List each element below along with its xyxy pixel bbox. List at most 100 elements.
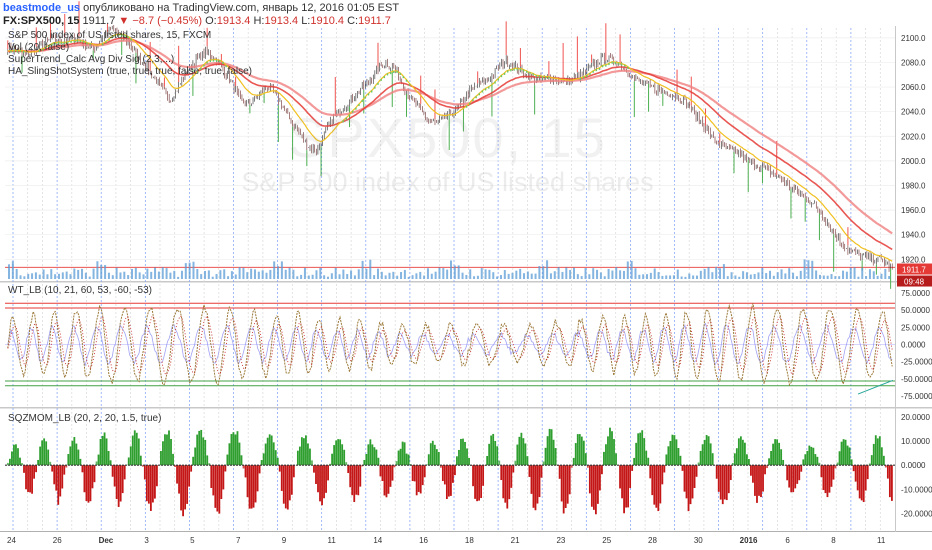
momentum-bar [675, 439, 678, 466]
volume-bar [415, 273, 418, 279]
time-tick-label: 23 [556, 536, 565, 545]
momentum-bar [27, 465, 29, 492]
volume-bar [484, 269, 487, 279]
momentum-bar [594, 465, 597, 515]
momentum-bar [319, 465, 321, 502]
high-value: 1913.4 [264, 15, 299, 27]
volume-bar [380, 271, 383, 279]
momentum-bar [649, 465, 652, 479]
momentum-bar [826, 465, 829, 498]
momentum-bar [872, 443, 875, 466]
volume-bar [611, 270, 614, 279]
price-axis-line [895, 26, 896, 532]
momentum-bar [691, 465, 694, 499]
volume-bar [350, 270, 353, 279]
volume-bar [711, 272, 714, 279]
momentum-bar [504, 465, 507, 503]
momentum-bar [574, 443, 577, 466]
momentum-bar [276, 457, 279, 466]
volume-bar [84, 272, 87, 279]
chart-root: 2100.0 2080.0 2060.0 2040.0 2020.0 2000.0 1980… [0, 0, 932, 550]
momentum-bar [385, 465, 388, 498]
volume-bar [765, 273, 768, 279]
indicator-vol-label[interactable]: Vol (20, false) [8, 42, 69, 53]
volume-bar [277, 266, 280, 279]
momentum-bar [621, 465, 623, 499]
momentum-bar [752, 465, 754, 483]
momentum-bar [9, 458, 11, 466]
time-tick-label: 9 [282, 536, 287, 545]
chart-canvas[interactable]: 2100.0 2080.0 2060.0 2040.0 2020.0 2000.0 1980… [0, 0, 932, 550]
volume-bar [396, 275, 399, 279]
volume-bar [576, 274, 579, 279]
volume-bar [334, 267, 337, 279]
momentum-bar [131, 435, 134, 466]
momentum-bar [325, 465, 327, 493]
momentum-bar [619, 465, 621, 489]
wt-tick-label: 25.0000 [901, 323, 930, 332]
volume-bar [630, 260, 633, 279]
momentum-bar [643, 438, 646, 466]
volume-bar [842, 270, 845, 279]
momentum-bar [490, 435, 493, 466]
momentum-bar [43, 438, 46, 466]
momentum-bar [206, 455, 209, 466]
volume-bar [134, 267, 137, 279]
main-pane-title[interactable]: S&P 500 index of US listed shares, 15, F… [8, 30, 211, 41]
volume-bar [653, 268, 656, 279]
price-tick-label: 2020.0 [901, 132, 926, 141]
momentum-bar [53, 465, 56, 485]
published-text: опубликовано на TradingView.com, январь … [83, 2, 400, 14]
momentum-bar [17, 448, 19, 466]
momentum-bar [164, 434, 166, 466]
momentum-bar [101, 435, 104, 466]
momentum-bar [115, 465, 118, 500]
momentum-bar [47, 449, 50, 466]
volume-bar [104, 265, 107, 279]
momentum-bar [288, 465, 291, 501]
volume-bar [795, 276, 798, 279]
volume-bar [357, 269, 360, 279]
momentum-bar [844, 439, 847, 466]
volume-bar [572, 267, 575, 279]
price-tick-label: 2000.0 [901, 157, 926, 166]
momentum-bar [260, 460, 263, 466]
volume-bar [592, 268, 595, 279]
momentum-bar [240, 455, 243, 466]
momentum-bar [848, 447, 851, 466]
momentum-bar [842, 439, 845, 466]
high-label: H: [253, 15, 265, 27]
volume-bar [615, 267, 618, 279]
volume-bar [646, 274, 649, 279]
momentum-bar [419, 465, 422, 494]
momentum-bar [780, 449, 783, 466]
username-link[interactable]: beastmode_us [3, 2, 80, 14]
momentum-bar [355, 465, 358, 495]
wt-pane-title[interactable]: WT_LB (10, 21, 60, 53, -60, -53) [8, 285, 152, 296]
momentum-bar [351, 465, 354, 496]
time-tick-label: 11 [328, 536, 337, 545]
volume-bar [115, 267, 118, 279]
momentum-bar [800, 465, 803, 472]
indicator-slingshot-label[interactable]: HA_SlingShotSystem (true, true, true, fa… [8, 66, 252, 77]
indicator-supertrend-label[interactable]: SuperTrend_Calc Avg Div Sig (2,3,...) [8, 54, 174, 65]
momentum-bar [258, 465, 261, 474]
volume-bar [530, 273, 533, 279]
momentum-bar [73, 437, 76, 466]
symbol-label[interactable]: FX:SPX500, 15 [3, 15, 79, 27]
volume-bar [330, 273, 333, 279]
price-tick-label: 1960.0 [901, 206, 926, 215]
volume-bar [154, 267, 157, 279]
volume-bar [676, 269, 679, 279]
volume-bar [215, 273, 218, 279]
momentum-bar [230, 434, 233, 466]
volume-bar [138, 272, 141, 279]
volume-bar [876, 275, 879, 279]
momentum-bar [746, 454, 748, 466]
momentum-bar [645, 450, 648, 466]
momentum-bar [486, 455, 489, 466]
sqz-pane-title[interactable]: SQZMOM_LB (20, 2, 20, 1.5, true) [8, 413, 161, 424]
momentum-bar [685, 465, 688, 499]
close-label: C: [347, 15, 359, 27]
momentum-bar [443, 465, 446, 485]
